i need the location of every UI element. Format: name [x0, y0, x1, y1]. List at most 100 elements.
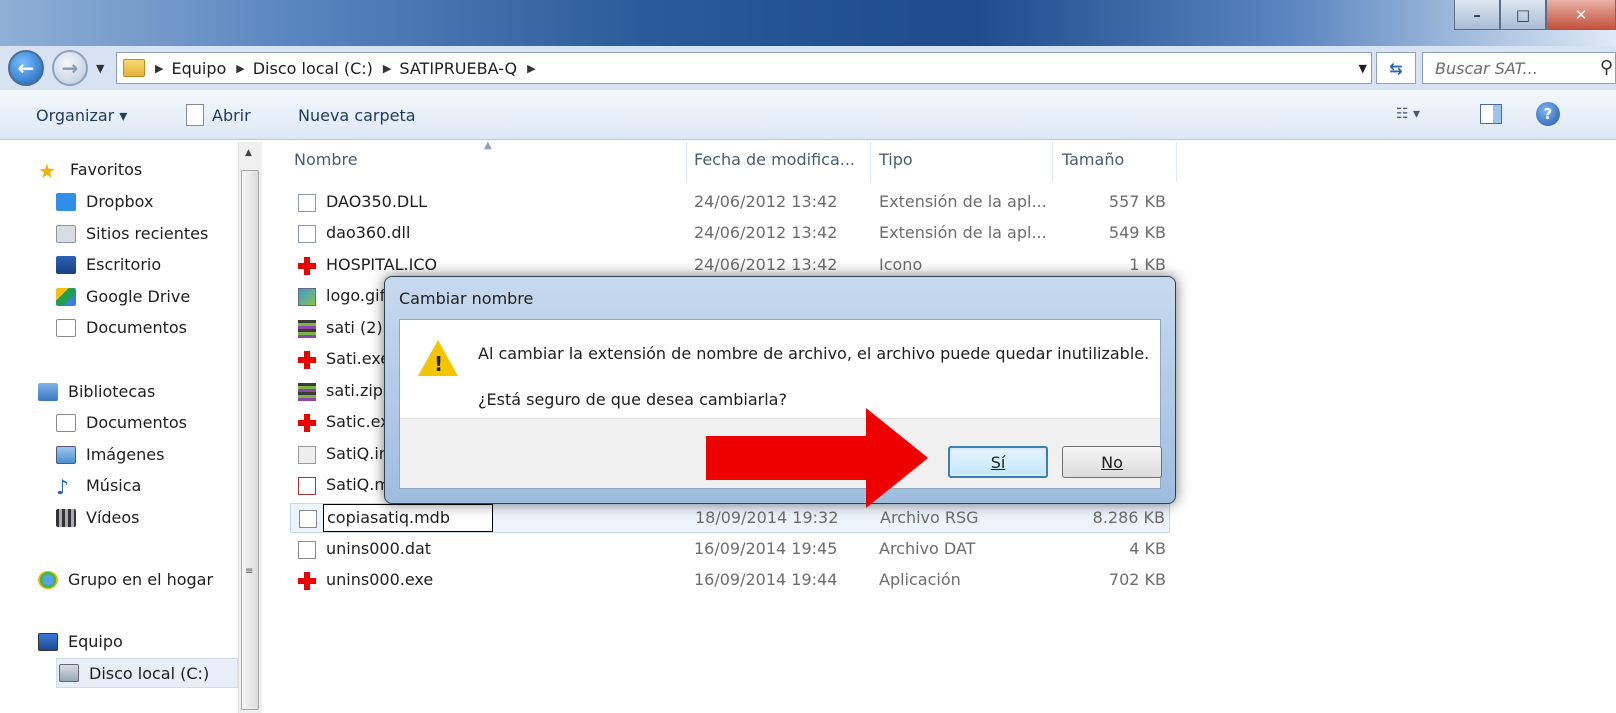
column-divider[interactable]: [870, 142, 871, 182]
search-placeholder: Buscar SAT...: [1435, 58, 1538, 78]
file-name: dao360.dll: [326, 223, 411, 242]
blank-file-icon: [298, 541, 316, 559]
nav-item-lib-documents[interactable]: Documentos: [56, 413, 187, 432]
nav-item-music[interactable]: ♪ Música: [56, 474, 142, 499]
scroll-up-icon[interactable]: ▲: [245, 148, 252, 158]
no-button[interactable]: No: [1062, 446, 1162, 478]
address-dropdown-icon[interactable]: ▼: [1359, 62, 1367, 75]
arrow-shape: [706, 408, 928, 508]
file-name: DAO350.DLL: [326, 192, 428, 211]
documents-icon: [56, 413, 76, 432]
file-date: 24/06/2012 13:42: [694, 255, 838, 274]
maximize-button[interactable]: □: [1500, 0, 1546, 30]
column-divider[interactable]: [686, 142, 687, 182]
file-row[interactable]: dao360.dll 24/06/2012 13:42 Extensión de…: [290, 219, 1170, 249]
file-name: SatiQ.m: [326, 475, 390, 494]
nav-item-google-drive[interactable]: Google Drive: [56, 287, 190, 306]
breadcrumb-satiprueba[interactable]: SATIPRUEBA-Q: [399, 59, 517, 78]
file-row[interactable]: unins000.dat 16/09/2014 19:45 Archivo DA…: [290, 535, 1170, 565]
nav-item-label: Imágenes: [86, 445, 165, 464]
breadcrumb-equipo[interactable]: Equipo: [171, 59, 226, 78]
chevron-right-icon[interactable]: ▶: [383, 62, 391, 75]
column-header-type[interactable]: Tipo: [879, 150, 913, 169]
nav-item-images[interactable]: Imágenes: [56, 445, 164, 464]
file-date: 16/09/2014 19:44: [694, 570, 838, 589]
recent-pages-dropdown[interactable]: ▼: [96, 62, 104, 75]
document-icon: [186, 104, 204, 126]
nav-item-recent-places[interactable]: Sitios recientes: [56, 224, 208, 243]
desktop-icon: [56, 255, 76, 274]
libraries-icon: [38, 382, 58, 401]
file-row[interactable]: unins000.exe 16/09/2014 19:44 Aplicación…: [290, 566, 1170, 596]
new-folder-button[interactable]: Nueva carpeta: [298, 106, 416, 125]
file-size: 8.286 KB: [1092, 508, 1165, 527]
scrollbar-thumb[interactable]: [241, 170, 259, 710]
breadcrumb-disco-local[interactable]: Disco local (C:): [253, 59, 373, 78]
file-row[interactable]: DAO350.DLL 24/06/2012 13:42 Extensión de…: [290, 188, 1170, 218]
nav-item-local-disk[interactable]: Disco local (C:): [56, 658, 238, 688]
red-cross-icon: [298, 257, 316, 275]
file-size: 549 KB: [1108, 223, 1166, 242]
file-name[interactable]: copiasatiq.mdb: [327, 508, 450, 527]
nav-item-label: Disco local (C:): [89, 663, 210, 683]
computer-icon: [38, 632, 58, 651]
file-type: Extensión de la apl...: [879, 223, 1047, 242]
preview-pane-icon[interactable]: [1480, 104, 1502, 124]
nav-item-label: Música: [86, 476, 142, 495]
music-icon: ♪: [56, 474, 69, 499]
column-header-name[interactable]: Nombre: [294, 150, 358, 169]
refresh-button[interactable]: ⇆: [1376, 52, 1416, 84]
homegroup-icon: [38, 570, 58, 589]
file-name: sati (2).: [326, 318, 388, 337]
title-bar: – □ ✕: [0, 0, 1616, 46]
organize-button[interactable]: Organizar ▾: [36, 106, 127, 125]
file-type: Archivo RSG: [880, 508, 979, 527]
search-icon[interactable]: ⚲: [1600, 57, 1613, 78]
nav-favorites[interactable]: ★ Favoritos: [38, 159, 142, 183]
nav-computer-label: Equipo: [68, 632, 123, 651]
column-header-date[interactable]: Fecha de modifica...: [694, 150, 855, 169]
back-button[interactable]: ←: [8, 50, 44, 86]
dll-icon: [298, 194, 316, 212]
red-arrow-annotation-icon: [706, 408, 928, 508]
archive-icon: [298, 320, 316, 338]
file-name: sati.zip: [326, 381, 383, 400]
navigation-pane: ★ Favoritos Dropbox Sitios recientes Esc…: [0, 140, 262, 713]
nav-item-dropbox[interactable]: Dropbox: [56, 192, 153, 211]
search-input[interactable]: Buscar SAT... ⚲: [1422, 52, 1616, 84]
nav-item-desktop[interactable]: Escritorio: [56, 255, 161, 274]
view-options-icon[interactable]: ☷ ▾: [1396, 106, 1420, 122]
command-bar: Organizar ▾ Abrir Nueva carpeta ☷ ▾ ?: [0, 90, 1616, 140]
column-divider[interactable]: [1176, 142, 1177, 182]
forward-button[interactable]: →: [52, 50, 88, 86]
nav-homegroup[interactable]: Grupo en el hogar: [38, 570, 213, 589]
window-controls: – □ ✕: [1454, 0, 1616, 30]
archive-icon: [298, 383, 316, 401]
chevron-right-icon[interactable]: ▶: [155, 62, 163, 75]
file-name: HOSPITAL.ICO: [326, 255, 438, 274]
chevron-right-icon[interactable]: ▶: [236, 62, 244, 75]
nav-item-label: Documentos: [86, 413, 188, 432]
chevron-right-icon[interactable]: ▶: [527, 62, 535, 75]
file-type: Archivo DAT: [879, 539, 976, 558]
nav-item-documents[interactable]: Documentos: [56, 318, 187, 337]
nav-computer[interactable]: Equipo: [38, 632, 123, 651]
column-header-size[interactable]: Tamaño: [1062, 150, 1124, 169]
minimize-button[interactable]: –: [1454, 0, 1500, 30]
address-bar[interactable]: ▶ Equipo ▶ Disco local (C:) ▶ SATIPRUEBA…: [116, 52, 1372, 84]
scroll-grip-icon: ≡: [245, 566, 254, 577]
nav-item-videos[interactable]: Vídeos: [56, 508, 140, 527]
file-date: 16/09/2014 19:45: [694, 539, 838, 558]
dialog-question: ¿Está seguro de que desea cambiarla?: [478, 390, 787, 409]
file-name: Sati.exe: [326, 349, 391, 368]
file-size: 4 KB: [1129, 539, 1166, 558]
help-icon[interactable]: ?: [1536, 102, 1560, 126]
nav-libraries[interactable]: Bibliotecas: [38, 382, 155, 401]
open-button[interactable]: Abrir: [212, 106, 251, 125]
column-divider[interactable]: [1052, 142, 1053, 182]
database-icon: [298, 477, 316, 495]
nav-item-label: Google Drive: [86, 287, 191, 306]
nav-scrollbar[interactable]: ▲ ≡: [238, 142, 262, 713]
file-date: 24/06/2012 13:42: [694, 223, 838, 242]
close-window-button[interactable]: ✕: [1546, 0, 1616, 30]
